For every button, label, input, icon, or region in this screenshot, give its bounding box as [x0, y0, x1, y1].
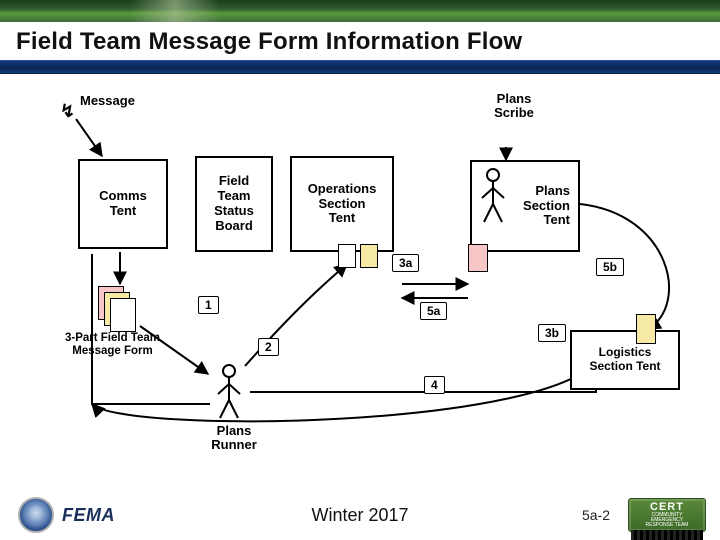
decorative-top-bar	[0, 0, 720, 22]
title-area: Field Team Message Form Information Flow	[0, 22, 720, 56]
ops-doc-yellow	[360, 244, 378, 268]
plans-scribe-icon	[478, 166, 508, 226]
plans-runner-label: Plans Runner	[204, 424, 264, 453]
ops-doc-white	[338, 244, 356, 268]
box-comms-tent: Comms Tent	[78, 159, 168, 249]
box-label: Operations Section Tent	[308, 182, 377, 227]
fema-logo: FEMA	[62, 505, 115, 526]
step-3b: 3b	[538, 324, 566, 342]
cert-badge-sub: COMMUNITY EMERGENCY RESPONSE TEAM	[631, 513, 703, 528]
box-label: Comms Tent	[99, 189, 147, 219]
step-5b: 5b	[596, 258, 624, 276]
slide-title: Field Team Message Form Information Flow	[16, 28, 704, 56]
title-underline	[0, 60, 720, 74]
footer-left: FEMA	[18, 497, 115, 533]
footer: FEMA Winter 2017 5a-2 CERT COMMUNITY EME…	[0, 490, 720, 540]
step-5a: 5a	[420, 302, 447, 320]
cert-badge-silhouette	[631, 530, 703, 540]
page-number: 5a-2	[582, 507, 610, 523]
plans-doc-pink	[468, 244, 488, 272]
box-field-team-status-board: Field Team Status Board	[195, 156, 273, 252]
step-1: 1	[198, 296, 219, 314]
dhs-seal-icon	[18, 497, 54, 533]
plans-runner-icon	[214, 362, 244, 422]
message-icon: ↯	[60, 102, 75, 122]
box-label: Logistics Section Tent	[589, 346, 660, 374]
cert-badge: CERT COMMUNITY EMERGENCY RESPONSE TEAM	[628, 498, 706, 532]
logistics-doc-yellow	[636, 314, 656, 344]
plans-scribe-label: Plans Scribe	[484, 92, 544, 121]
three-part-form-label: 3-Part Field Team Message Form	[60, 332, 165, 357]
message-label: Message	[80, 94, 135, 108]
box-logistics-section-tent: Logistics Section Tent	[570, 330, 680, 390]
footer-term: Winter 2017	[311, 505, 408, 526]
diagram-canvas: Message ↯ Comms Tent Field Team Status B…	[0, 74, 720, 474]
step-4: 4	[424, 376, 445, 394]
box-label: Plans Section Tent	[523, 184, 570, 229]
step-3a: 3a	[392, 254, 419, 272]
box-label: Field Team Status Board	[214, 174, 254, 234]
box-operations-section-tent: Operations Section Tent	[290, 156, 394, 252]
step-2: 2	[258, 338, 279, 356]
